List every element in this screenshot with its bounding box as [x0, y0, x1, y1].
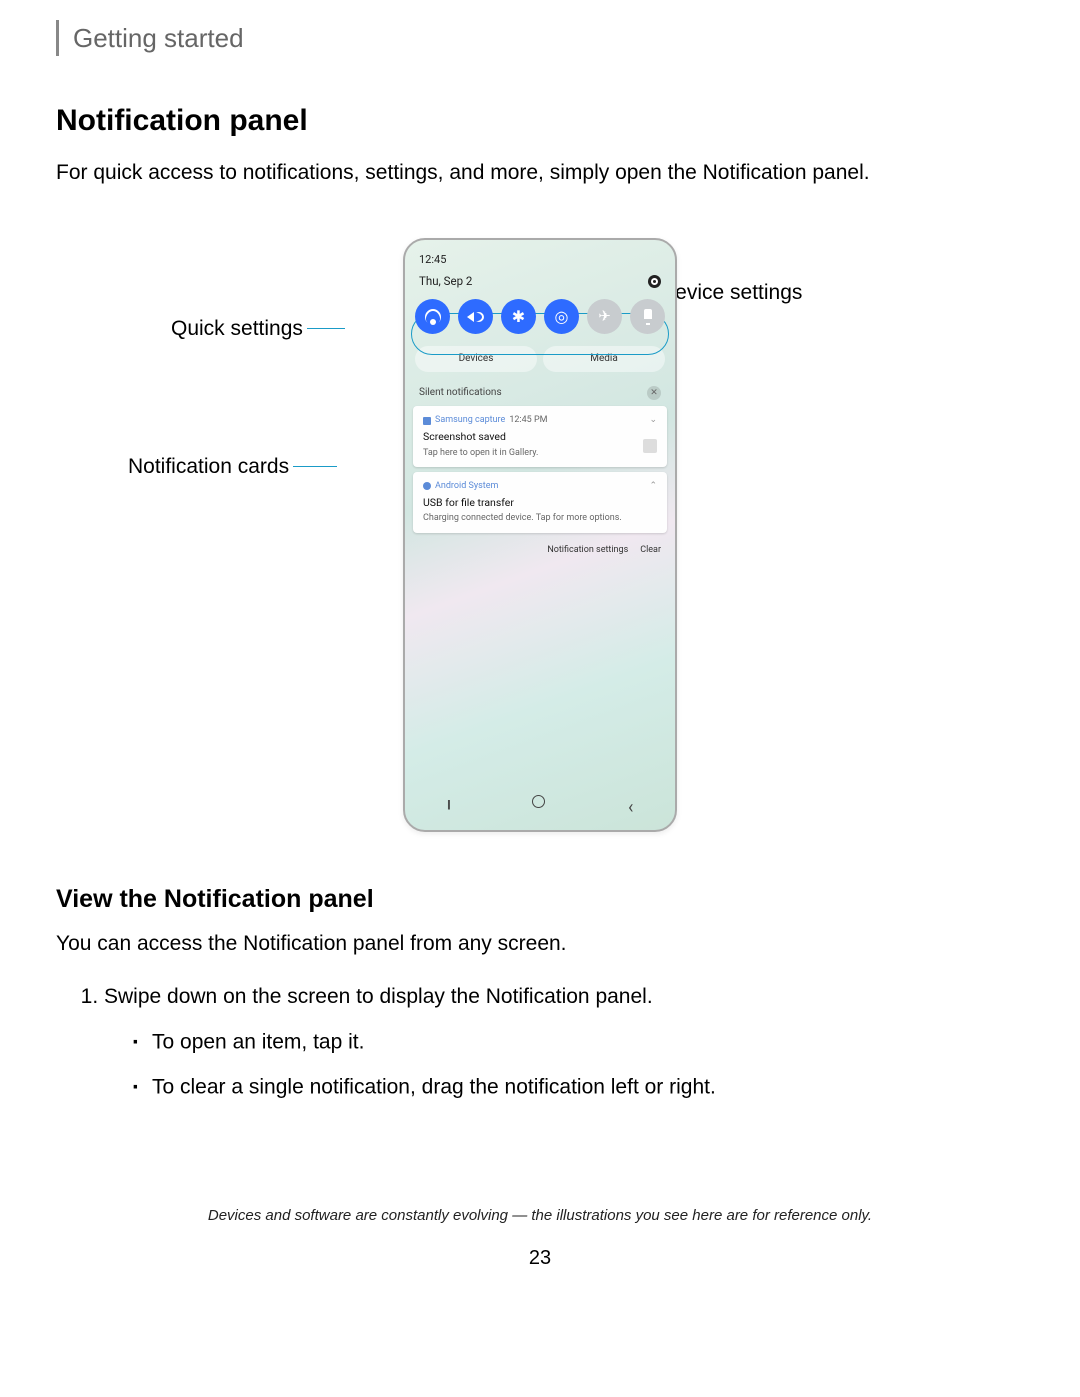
- app-icon: [423, 482, 431, 490]
- notification-app: Samsung capture: [435, 414, 505, 427]
- status-date: Thu, Sep 2: [419, 273, 472, 289]
- phone-mockup: 12:45 Thu, Sep 2 Devices Media Silent no…: [403, 238, 677, 832]
- notification-title: USB for file transfer: [423, 496, 657, 511]
- callout-label: Notification cards: [128, 452, 289, 481]
- notification-app: Android System: [435, 480, 498, 493]
- notification-settings-link[interactable]: Notification settings: [547, 544, 628, 557]
- chevron-up-icon[interactable]: ⌃: [649, 480, 657, 493]
- step-item: Swipe down on the screen to display the …: [104, 982, 1024, 1105]
- tab-media[interactable]: Media: [543, 346, 665, 372]
- callout-notification-cards: Notification cards: [128, 452, 337, 481]
- flashlight-icon[interactable]: [630, 299, 665, 334]
- notification-time: 12:45 PM: [509, 414, 547, 427]
- silent-notifications-label: Silent notifications: [419, 386, 502, 400]
- page-number: 23: [56, 1244, 1024, 1272]
- tab-devices[interactable]: Devices: [415, 346, 537, 372]
- wifi-icon[interactable]: [415, 299, 450, 334]
- nav-recent-icon[interactable]: [447, 795, 449, 820]
- clear-link[interactable]: Clear: [640, 544, 661, 557]
- gear-icon[interactable]: [648, 275, 661, 288]
- step-text: Swipe down on the screen to display the …: [104, 985, 653, 1008]
- thumbnail: [643, 439, 657, 453]
- notification-subtitle: Tap here to open it in Gallery.: [423, 447, 657, 460]
- bullet-item: To clear a single notification, drag the…: [132, 1071, 1024, 1105]
- notification-subtitle: Charging connected device. Tap for more …: [423, 512, 657, 525]
- section-intro: You can access the Notification panel fr…: [56, 929, 1024, 958]
- volume-icon[interactable]: [458, 299, 493, 334]
- airplane-icon[interactable]: [587, 299, 622, 334]
- intro-paragraph: For quick access to notifications, setti…: [56, 158, 1024, 187]
- bullet-item: To open an item, tap it.: [132, 1026, 1024, 1060]
- nav-home-icon[interactable]: [532, 795, 545, 808]
- app-icon: [423, 417, 431, 425]
- notification-card[interactable]: Samsung capture 12:45 PM ⌄ Screenshot sa…: [413, 406, 667, 467]
- close-icon[interactable]: ✕: [647, 386, 661, 400]
- quick-settings-row: [405, 299, 675, 346]
- section-heading: View the Notification panel: [56, 882, 1024, 917]
- page-title: Notification panel: [56, 100, 1024, 142]
- callout-quick-settings: Quick settings: [171, 314, 345, 343]
- chevron-down-icon[interactable]: ⌄: [649, 414, 657, 427]
- figure: Quick settings Notification cards Device…: [56, 238, 1024, 832]
- nav-back-icon[interactable]: [628, 795, 633, 820]
- steps-list: Swipe down on the screen to display the …: [56, 982, 1024, 1105]
- rotate-icon[interactable]: [544, 299, 579, 334]
- footer-note: Devices and software are constantly evol…: [56, 1205, 1024, 1226]
- status-time: 12:45: [405, 240, 675, 269]
- notification-card[interactable]: Android System ⌃ USB for file transfer C…: [413, 472, 667, 533]
- callout-label: Device settings: [660, 278, 802, 307]
- bluetooth-icon[interactable]: [501, 299, 536, 334]
- notification-title: Screenshot saved: [423, 430, 657, 445]
- breadcrumb: Getting started: [56, 20, 1024, 56]
- callout-label: Quick settings: [171, 314, 303, 343]
